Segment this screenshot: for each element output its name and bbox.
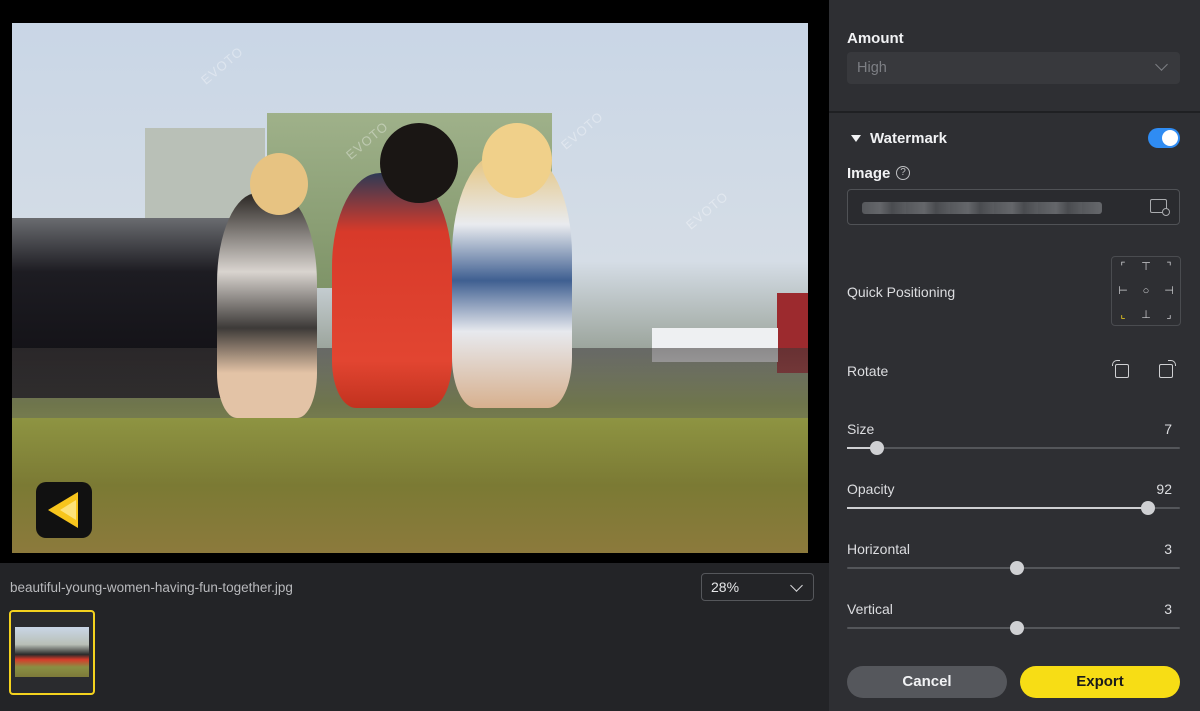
- size-label: Size: [847, 421, 875, 437]
- rotate-label: Rotate: [847, 363, 889, 379]
- watermark-text: EVOTO: [558, 108, 607, 153]
- horizontal-slider[interactable]: [847, 561, 1180, 575]
- amount-select[interactable]: High: [847, 52, 1180, 84]
- cancel-button[interactable]: Cancel: [847, 666, 1007, 698]
- preview-photo: EVOTO EVOTO EVOTO EVOTO: [12, 23, 808, 553]
- slider-fill: [847, 507, 1149, 509]
- quick-positioning-label: Quick Positioning: [847, 284, 956, 300]
- photo-grass: [12, 418, 808, 553]
- rotate-left-icon[interactable]: [1112, 360, 1129, 378]
- vertical-label: Vertical: [847, 601, 893, 617]
- position-top-center-icon[interactable]: ⊤: [1140, 261, 1152, 273]
- horizontal-value: 3: [1164, 541, 1172, 557]
- position-bottom-left-icon[interactable]: ⌞: [1117, 309, 1129, 321]
- slider-thumb[interactable]: [1141, 501, 1156, 515]
- opacity-value: 92: [1156, 481, 1172, 497]
- size-value: 7: [1164, 421, 1172, 437]
- watermark-image-path-field[interactable]: [847, 189, 1180, 225]
- position-middle-left-icon[interactable]: ⊢: [1117, 285, 1129, 297]
- slider-thumb[interactable]: [1009, 621, 1024, 635]
- size-slider[interactable]: [847, 441, 1180, 455]
- photo-head-right: [482, 123, 552, 198]
- watermark-toggle[interactable]: [1148, 128, 1180, 148]
- amount-label: Amount: [847, 30, 904, 47]
- position-center-icon[interactable]: ○: [1140, 285, 1152, 297]
- logo-mark-highlight: [60, 500, 76, 520]
- rotate-right-icon[interactable]: [1159, 360, 1176, 378]
- watermark-section-title[interactable]: Watermark: [870, 130, 947, 147]
- watermark-logo[interactable]: [36, 482, 92, 538]
- chevron-down-icon: [790, 579, 803, 592]
- chevron-down-icon: [1155, 58, 1168, 71]
- preview-canvas: EVOTO EVOTO EVOTO EVOTO: [0, 0, 829, 563]
- zoom-value: 28%: [711, 579, 740, 595]
- slider-thumb[interactable]: [1009, 561, 1024, 575]
- photo-head-middle: [380, 123, 458, 203]
- export-button[interactable]: Export: [1020, 666, 1180, 698]
- slider-thumb[interactable]: [869, 441, 884, 455]
- vertical-value: 3: [1164, 601, 1172, 617]
- position-top-left-icon[interactable]: ⌜: [1117, 261, 1129, 273]
- vertical-slider[interactable]: [847, 621, 1180, 635]
- opacity-slider[interactable]: [847, 501, 1180, 515]
- position-bottom-center-icon[interactable]: ⊥: [1140, 309, 1152, 321]
- photo-person-middle: [332, 173, 452, 408]
- position-bottom-right-icon[interactable]: ⌟: [1163, 309, 1175, 321]
- amount-value: High: [857, 60, 887, 76]
- zoom-select[interactable]: 28%: [701, 573, 814, 601]
- watermark-text: EVOTO: [198, 43, 247, 88]
- watermark-text: EVOTO: [683, 188, 732, 233]
- image-thumbnail[interactable]: [9, 610, 95, 695]
- opacity-label: Opacity: [847, 481, 895, 497]
- position-top-right-icon[interactable]: ⌝: [1163, 261, 1175, 273]
- horizontal-label: Horizontal: [847, 541, 911, 557]
- position-middle-right-icon[interactable]: ⊣: [1163, 285, 1175, 297]
- quick-positioning-grid: ⌜ ⊤ ⌝ ⊢ ○ ⊣ ⌞ ⊥ ⌟: [1111, 256, 1181, 326]
- photo-head-left: [250, 153, 308, 215]
- blurred-path-text: [862, 202, 1102, 214]
- file-name: beautiful-young-women-having-fun-togethe…: [10, 580, 293, 595]
- photo-person-left: [217, 193, 317, 418]
- folder-search-icon[interactable]: [1150, 199, 1170, 216]
- image-label: Image: [847, 165, 891, 182]
- toggle-knob: [1162, 130, 1178, 146]
- help-icon[interactable]: ?: [896, 166, 910, 180]
- section-divider: [829, 111, 1200, 113]
- thumbnail-image: [15, 627, 89, 677]
- settings-panel: Amount High Watermark Image ? Quick Posi…: [829, 0, 1200, 711]
- collapse-triangle-icon[interactable]: [851, 135, 861, 142]
